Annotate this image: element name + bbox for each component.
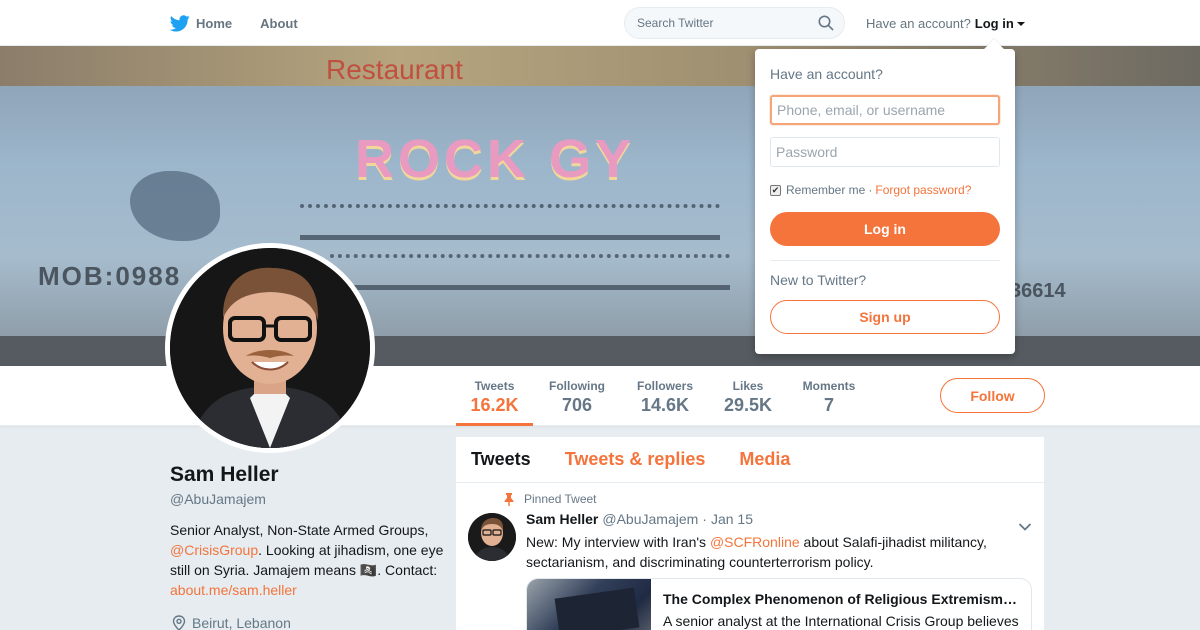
profile-name[interactable]: Sam Heller <box>170 463 279 487</box>
search-input[interactable] <box>625 8 805 38</box>
nav-about[interactable]: About <box>260 16 298 31</box>
tab-tweets-replies[interactable]: Tweets & replies <box>565 449 706 470</box>
location-text: Beirut, Lebanon <box>192 615 291 630</box>
bio-link-contact[interactable]: about.me/sam.heller <box>170 582 297 598</box>
stat-label: Likes <box>732 379 764 393</box>
search-box <box>624 7 845 39</box>
nav-left: Home About <box>170 0 326 46</box>
nav-home[interactable]: Home <box>170 14 233 32</box>
pin-icon <box>504 492 514 506</box>
stat-tweets[interactable]: Tweets 16.2K <box>456 366 533 426</box>
forgot-password-link[interactable]: Forgot password? <box>875 183 971 197</box>
stat-value: 14.6K <box>640 395 690 415</box>
timeline: Tweets Tweets & replies Media Pinned Twe… <box>456 437 1044 630</box>
stat-label: Following <box>549 379 605 393</box>
card-description: A senior analyst at the International Cr… <box>663 613 1019 629</box>
location-pin-icon <box>172 615 186 630</box>
profile-handle[interactable]: @AbuJamajem <box>170 491 266 507</box>
tweet-author-handle[interactable]: @AbuJamajem <box>602 511 698 527</box>
login-link[interactable]: Log in <box>975 16 1014 31</box>
banner-arabic-line <box>330 254 730 290</box>
remember-checkbox[interactable]: ✔ <box>770 184 781 196</box>
card-thumbnail <box>527 579 651 630</box>
timeline-tabs: Tweets Tweets & replies Media <box>456 437 1044 483</box>
chevron-down-icon[interactable] <box>1018 519 1032 537</box>
remember-separator: · <box>868 183 873 197</box>
stat-following[interactable]: Following 706 <box>543 366 611 426</box>
pinned-label: Pinned Tweet <box>504 492 597 506</box>
avatar-image <box>170 248 370 448</box>
tab-tweets[interactable]: Tweets <box>471 449 531 470</box>
nav-about-label: About <box>260 15 298 31</box>
profile-location: Beirut, Lebanon <box>172 615 291 630</box>
stat-followers[interactable]: Followers 14.6K <box>632 366 698 426</box>
pinned-text: Pinned Tweet <box>524 492 597 506</box>
top-navigation: Home About Have an account? Log in <box>0 0 1200 46</box>
stat-value: 7 <box>823 395 834 415</box>
search-icon[interactable] <box>818 15 834 36</box>
profile-bio: Senior Analyst, Non-State Armed Groups, … <box>170 520 445 600</box>
new-to-twitter-text: New to Twitter? <box>770 272 867 288</box>
dropdown-divider <box>770 260 1000 261</box>
tweet-date[interactable]: Jan 15 <box>711 511 753 527</box>
banner-mob-text: MOB:0988 <box>38 261 182 291</box>
tweet-text-part: New: My interview with Iran's <box>526 534 710 550</box>
dropdown-question: Have an account? <box>770 66 883 82</box>
username-field[interactable] <box>770 95 1000 125</box>
nav-home-label: Home <box>196 15 233 31</box>
stat-label: Followers <box>636 379 693 393</box>
tweet-author-name[interactable]: Sam Heller <box>526 511 598 527</box>
stat-moments[interactable]: Moments 7 <box>798 366 860 426</box>
bio-link-crisisgroup[interactable]: @CrisisGroup <box>170 542 258 558</box>
stat-label: Tweets <box>474 379 515 393</box>
tweet-text: New: My interview with Iran's @SCFRonlin… <box>526 532 1006 572</box>
link-preview-card[interactable]: The Complex Phenomenon of Religious Extr… <box>526 578 1032 630</box>
banner-top-strip <box>0 46 1200 86</box>
profile-avatar[interactable] <box>165 243 375 453</box>
signup-button[interactable]: Sign up <box>770 300 1000 334</box>
card-thumbnail-flag <box>554 587 640 630</box>
stat-value: 16.2K <box>470 395 519 415</box>
have-account-text: Have an account? <box>866 16 971 31</box>
card-title: The Complex Phenomenon of Religious Extr… <box>663 591 1017 607</box>
login-dropdown: Have an account? ✔ Remember me · Forgot … <box>755 39 1015 354</box>
remember-row: ✔ Remember me · Forgot password? <box>770 183 971 197</box>
tweet-mention-link[interactable]: @SCFRonline <box>710 534 800 550</box>
stat-likes[interactable]: Likes 29.5K <box>718 366 778 426</box>
password-field[interactable] <box>770 137 1000 167</box>
account-menu: Have an account? Log in <box>866 16 1025 31</box>
twitter-bird-icon <box>170 14 190 32</box>
banner-restaurant-text: Restaurant <box>326 54 463 85</box>
stat-value: 706 <box>561 395 593 415</box>
tab-media[interactable]: Media <box>739 449 790 470</box>
banner-phone-tail: 36614 <box>1010 280 1066 302</box>
login-button[interactable]: Log in <box>770 212 1000 246</box>
caret-down-icon[interactable] <box>1016 22 1025 26</box>
banner-arabic-line <box>300 204 720 240</box>
tweet-header: Sam Heller @AbuJamajem · Jan 15 <box>526 511 753 527</box>
follow-button[interactable]: Follow <box>940 378 1045 413</box>
tweet-avatar[interactable] <box>468 513 516 561</box>
bio-text: Senior Analyst, Non-State Armed Groups, <box>170 522 429 538</box>
remember-label[interactable]: Remember me <box>786 183 865 197</box>
stat-label: Moments <box>802 379 856 393</box>
pinned-tweet[interactable]: Pinned Tweet Sam Heller @AbuJamajem · Ja… <box>456 483 1044 630</box>
stat-value: 29.5K <box>723 395 773 415</box>
tweet-separator: · <box>702 511 707 527</box>
banner-sign-name: ROCK GY <box>355 129 636 189</box>
